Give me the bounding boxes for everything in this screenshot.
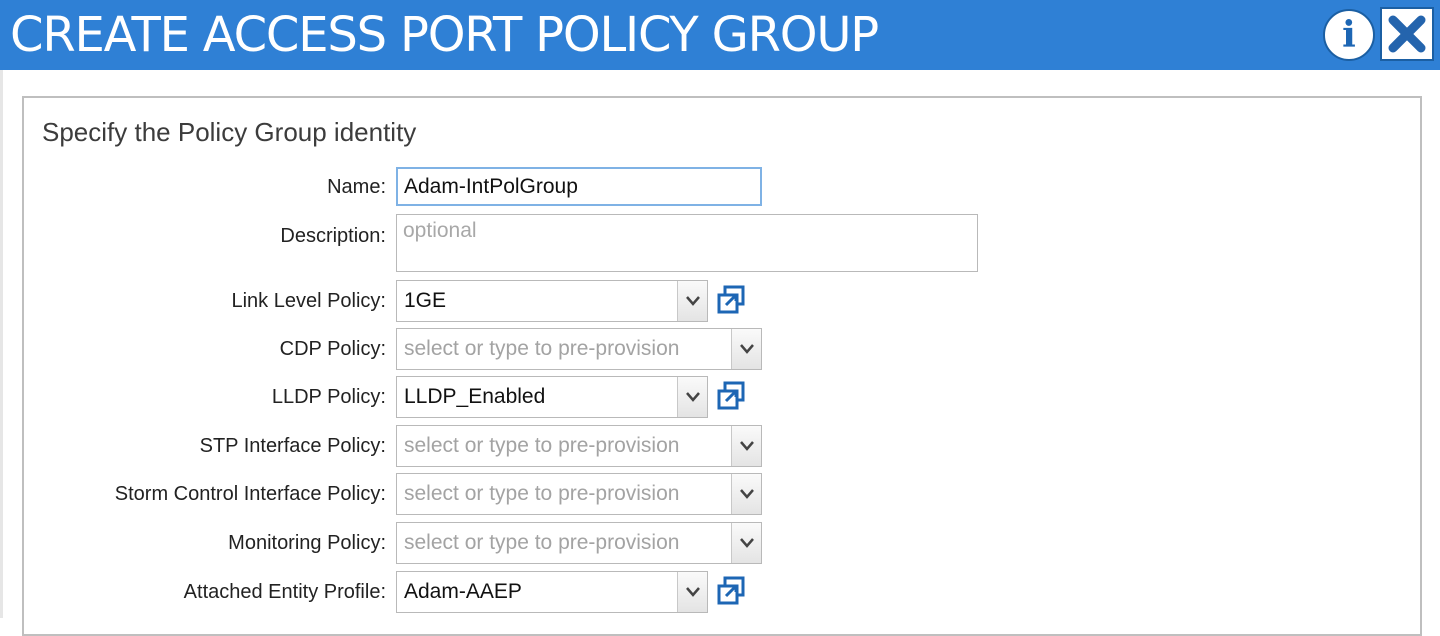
cdp-policy-placeholder: select or type to pre-provision: [404, 337, 680, 360]
stp-interface-policy-dropdown-button[interactable]: [731, 426, 761, 466]
section-title: Specify the Policy Group identity: [42, 117, 417, 147]
chevron-down-icon: [686, 587, 700, 597]
close-button[interactable]: [1380, 7, 1434, 61]
stp-interface-policy-label: STP Interface Policy:: [199, 435, 386, 457]
name-input[interactable]: [396, 167, 762, 206]
chevron-down-icon: [740, 441, 754, 451]
cdp-policy-label: CDP Policy:: [279, 338, 386, 360]
window-edge: [0, 70, 3, 618]
link-level-policy-value: 1GE: [404, 289, 447, 312]
name-label: Name:: [327, 176, 386, 198]
open-policy-icon: [717, 381, 745, 410]
dialog-title: CREATE ACCESS PORT POLICY GROUP: [10, 7, 879, 63]
info-icon: i: [1342, 14, 1356, 56]
chevron-down-icon: [740, 538, 754, 548]
monitoring-policy-dropdown-button[interactable]: [731, 523, 761, 563]
link-level-policy-open-button[interactable]: [716, 285, 746, 315]
lldp-policy-label: LLDP Policy:: [271, 386, 386, 408]
attached-entity-profile-label: Attached Entity Profile:: [183, 581, 386, 603]
storm-control-policy-select[interactable]: select or type to pre-provision: [396, 473, 762, 515]
close-icon: [1388, 15, 1426, 53]
lldp-policy-open-button[interactable]: [716, 381, 746, 411]
link-level-policy-label: Link Level Policy:: [231, 290, 386, 312]
storm-control-policy-placeholder: select or type to pre-provision: [404, 482, 680, 505]
monitoring-policy-label: Monitoring Policy:: [228, 532, 386, 554]
open-policy-icon: [717, 576, 745, 605]
lldp-policy-value: LLDP_Enabled: [404, 385, 546, 408]
stp-interface-policy-placeholder: select or type to pre-provision: [404, 434, 680, 457]
monitoring-policy-select[interactable]: select or type to pre-provision: [396, 522, 762, 564]
cdp-policy-select[interactable]: select or type to pre-provision: [396, 328, 762, 370]
lldp-policy-dropdown-button[interactable]: [677, 377, 707, 417]
open-policy-icon: [717, 285, 745, 314]
info-button[interactable]: i: [1323, 9, 1375, 61]
link-level-policy-dropdown-button[interactable]: [677, 281, 707, 321]
chevron-down-icon: [686, 392, 700, 402]
lldp-policy-select[interactable]: LLDP_Enabled: [396, 376, 708, 418]
storm-control-policy-dropdown-button[interactable]: [731, 474, 761, 514]
dialog-titlebar: CREATE ACCESS PORT POLICY GROUP i: [0, 0, 1440, 70]
attached-entity-profile-dropdown-button[interactable]: [677, 572, 707, 612]
attached-entity-profile-value: Adam-AAEP: [404, 580, 522, 603]
chevron-down-icon: [740, 344, 754, 354]
chevron-down-icon: [686, 296, 700, 306]
attached-entity-profile-open-button[interactable]: [716, 576, 746, 606]
monitoring-policy-placeholder: select or type to pre-provision: [404, 531, 680, 554]
cdp-policy-dropdown-button[interactable]: [731, 329, 761, 369]
link-level-policy-select[interactable]: 1GE: [396, 280, 708, 322]
chevron-down-icon: [740, 489, 754, 499]
storm-control-policy-label: Storm Control Interface Policy:: [114, 483, 386, 505]
stp-interface-policy-select[interactable]: select or type to pre-provision: [396, 425, 762, 467]
attached-entity-profile-select[interactable]: Adam-AAEP: [396, 571, 708, 613]
description-label: Description:: [280, 225, 386, 247]
description-field[interactable]: [396, 214, 978, 272]
